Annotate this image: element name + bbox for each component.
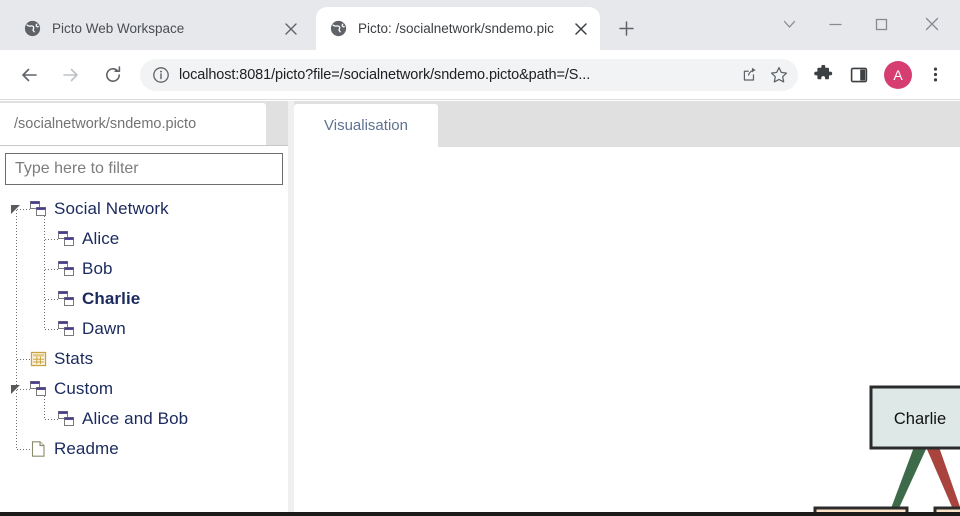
globe-icon <box>24 20 41 37</box>
page-content: /socialnetwork/sndemo.picto Type here to… <box>0 101 960 516</box>
model-icon <box>58 411 76 427</box>
browser-toolbar: localhost:8081/picto?file=/socialnetwork… <box>0 50 960 100</box>
tree-item-label: Charlie <box>82 289 141 308</box>
browser-window: Picto Web Workspace Picto: /socialnetwor… <box>0 0 960 516</box>
puzzle-icon[interactable] <box>806 58 840 92</box>
window-controls <box>730 0 960 48</box>
browser-tab-title: Picto Web Workspace <box>52 21 185 36</box>
model-tree: Social Network Alice Bob Charlie Dawn St… <box>0 194 288 514</box>
edge-charlie-dawn <box>926 447 960 516</box>
visualisation-panel: Visualisation Charlie <box>294 101 960 516</box>
edge-charlie-alice <box>888 447 927 516</box>
tab-visualisation-label: Visualisation <box>324 117 408 134</box>
tab-search-button[interactable] <box>766 7 812 41</box>
share-icon[interactable] <box>734 60 764 90</box>
minimize-button[interactable] <box>812 7 858 41</box>
reload-icon[interactable] <box>96 58 130 92</box>
side-panel-icon[interactable] <box>842 58 876 92</box>
tree-item-label: Dawn <box>82 319 126 338</box>
tree-item-bob[interactable]: Bob <box>0 254 288 284</box>
tree-item-label: Alice and Bob <box>82 409 189 428</box>
explorer-tab-bar: /socialnetwork/sndemo.picto <box>0 101 288 145</box>
browser-tab-0[interactable]: Picto Web Workspace <box>10 7 310 50</box>
model-icon <box>58 261 76 277</box>
tab-visualisation[interactable]: Visualisation <box>294 104 438 147</box>
tab-close-icon[interactable] <box>280 18 302 40</box>
model-icon <box>30 381 48 397</box>
table-icon <box>30 351 48 367</box>
model-icon <box>30 201 48 217</box>
tree-item-readme[interactable]: Readme <box>0 434 288 464</box>
back-arrow-icon[interactable] <box>12 58 46 92</box>
browser-tab-title: Picto: /socialnetwork/sndemo.pic <box>358 21 554 36</box>
filter-placeholder: Type here to filter <box>15 160 139 177</box>
star-icon[interactable] <box>764 60 794 90</box>
window-bottom-edge <box>0 512 960 516</box>
browser-tab-strip: Picto Web Workspace Picto: /socialnetwor… <box>0 0 960 50</box>
tree-item-social-network[interactable]: Social Network <box>0 194 288 224</box>
tree-item-label: Bob <box>82 259 113 278</box>
tree-item-stats[interactable]: Stats <box>0 344 288 374</box>
maximize-button[interactable] <box>858 7 904 41</box>
address-bar-url: localhost:8081/picto?file=/socialnetwork… <box>179 66 591 83</box>
tree-item-alice-and-bob[interactable]: Alice and Bob <box>0 404 288 434</box>
model-icon <box>58 321 76 337</box>
model-icon <box>58 291 76 307</box>
three-dots-icon[interactable] <box>918 58 952 92</box>
visualisation-tab-bar: Visualisation <box>294 101 960 147</box>
browser-tab-1[interactable]: Picto: /socialnetwork/sndemo.pic <box>316 7 600 50</box>
tree-item-charlie[interactable]: Charlie <box>0 284 288 314</box>
filter-input[interactable]: Type here to filter <box>5 153 283 185</box>
tree-item-label: Stats <box>54 349 94 368</box>
profile-avatar[interactable]: A <box>884 60 912 89</box>
model-icon <box>58 231 76 247</box>
tree-item-custom[interactable]: Custom <box>0 374 288 404</box>
tree-item-label: Alice <box>82 229 120 248</box>
tree-item-dawn[interactable]: Dawn <box>0 314 288 344</box>
close-window-button[interactable] <box>904 7 960 41</box>
document-icon <box>30 441 48 457</box>
diagram-node-charlie: Charlie <box>869 385 960 450</box>
explorer-tab-file[interactable]: /socialnetwork/sndemo.picto <box>0 103 266 145</box>
info-circle-icon[interactable] <box>152 66 170 84</box>
explorer-body: Type here to filter Social Network Alice… <box>0 145 288 516</box>
visualisation-body: Charlie Alice Dawn <box>294 147 960 516</box>
address-bar[interactable]: localhost:8081/picto?file=/socialnetwork… <box>140 58 798 91</box>
diagram-node-label: Charlie <box>894 410 946 428</box>
diagram-edges <box>888 447 960 516</box>
tree-item-label: Social Network <box>54 199 169 218</box>
explorer-tab-bar-filler <box>266 101 288 145</box>
tab-close-icon[interactable] <box>570 18 592 40</box>
tree-item-label: Readme <box>54 439 119 458</box>
explorer-panel: /socialnetwork/sndemo.picto Type here to… <box>0 101 288 516</box>
forward-arrow-icon[interactable] <box>54 58 88 92</box>
explorer-tab-label: /socialnetwork/sndemo.picto <box>14 116 197 132</box>
new-tab-button[interactable] <box>612 14 640 42</box>
globe-icon <box>330 20 347 37</box>
tree-item-label: Custom <box>54 379 114 398</box>
tree-item-alice[interactable]: Alice <box>0 224 288 254</box>
social-network-diagram[interactable]: Charlie Alice Dawn <box>294 147 960 516</box>
